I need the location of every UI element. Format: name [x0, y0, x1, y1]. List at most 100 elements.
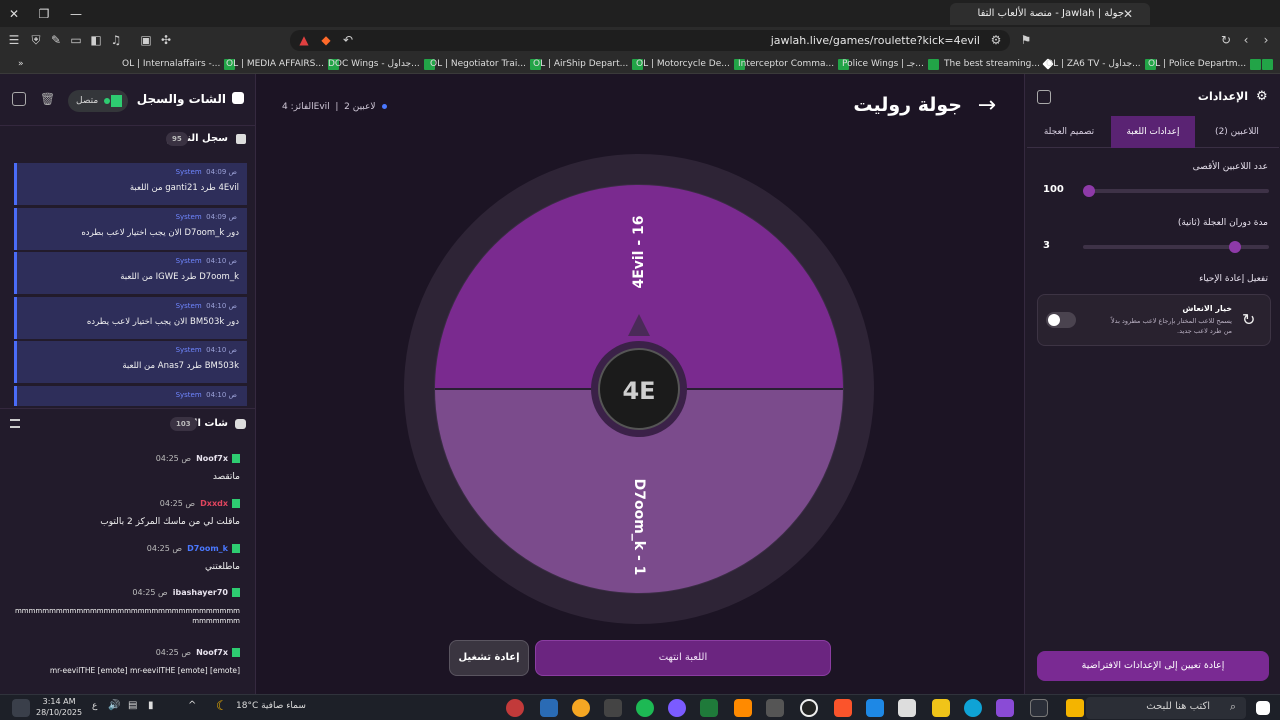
bookmark-item[interactable]: OL | Motorcycle De... — [636, 56, 745, 72]
brave-shield-icon[interactable]: ◆ — [318, 32, 334, 48]
brush-icon[interactable]: ✎ — [48, 32, 64, 48]
bookmark-item[interactable]: OL | MEDIA AFFAIRS... — [226, 56, 339, 72]
sidebar-icon[interactable]: ◧ — [88, 32, 104, 48]
settings-title: الإعدادات — [1197, 90, 1248, 103]
system-message: System 04:10 ص D7oom_k طرد IGWE من اللعب… — [14, 252, 247, 294]
forward-icon[interactable]: › — [1258, 32, 1274, 48]
bookmark-item[interactable]: The best streaming... — [944, 56, 1054, 72]
chat-message-text: ماقلت لي من ماسك المركز 2 بالتوب — [100, 517, 240, 527]
app-icon-8[interactable] — [734, 699, 752, 717]
brave-icon[interactable] — [834, 699, 852, 717]
app-icon-1[interactable] — [506, 699, 524, 717]
trash-icon[interactable]: 🗑 — [40, 92, 55, 106]
app-icon-6[interactable] — [668, 699, 686, 717]
steam-icon[interactable] — [540, 699, 558, 717]
winner-label: الفائز: 4Evil — [282, 102, 330, 112]
spotify-icon[interactable] — [636, 699, 654, 717]
game-over-button[interactable]: اللعبة انتهت — [535, 640, 831, 676]
roulette-wheel[interactable]: 4Evil - 16 D7oom_k - 1 4E — [402, 152, 876, 626]
segment-label: 4Evil - 16 — [631, 215, 647, 288]
bookmarks-overflow-icon[interactable]: » — [18, 56, 24, 72]
live-chat-count: 103 — [170, 417, 197, 431]
app-icon-13[interactable] — [898, 699, 916, 717]
app-icon-10[interactable] — [800, 699, 818, 717]
start-menu-icon[interactable] — [1256, 701, 1270, 715]
collapse-panel-icon[interactable] — [1037, 90, 1051, 104]
address-bar-row: ☰ ⛨ ✎ ▭ ◧ ♫ ▣ ✣ ▲ ◆ ↶ jawlah.live/games/… — [0, 27, 1280, 53]
taskbar-search[interactable]: اكتب هنا للبحث ⌕ — [1086, 697, 1246, 719]
menu-icon[interactable]: ☰ — [6, 32, 22, 48]
spin-duration-slider[interactable] — [1083, 241, 1269, 253]
back-icon[interactable]: ‹ — [1238, 32, 1254, 48]
edge-icon[interactable] — [964, 699, 982, 717]
page-title: جولة روليت — [853, 94, 962, 116]
battery-icon[interactable]: ▮ — [148, 700, 154, 711]
bookmark-item[interactable]: OL | Internalaffairs -... — [122, 56, 236, 72]
network-icon[interactable]: ▤ — [128, 700, 137, 711]
max-players-slider-thumb[interactable] — [1083, 185, 1095, 197]
shield-icon[interactable]: ⛨ — [28, 32, 44, 48]
revive-toggle[interactable] — [1046, 312, 1076, 328]
bookmark-item[interactable]: Interceptor Comma... — [738, 56, 850, 72]
players-info: الفائز: 4Evil | 2 لاعبين — [282, 102, 388, 112]
app-icon-3[interactable] — [572, 699, 590, 717]
reset-defaults-button[interactable]: إعادة تعيين إلى الإعدادات الافتراضية — [1037, 651, 1269, 681]
copilot-icon[interactable] — [1066, 699, 1084, 717]
bookmarks-folder-icon[interactable] — [1262, 56, 1273, 72]
bookmark-item[interactable]: Police Wings | جـ... — [842, 56, 939, 72]
url-text: jawlah.live/games/roulette?kick=4evil — [770, 34, 980, 47]
wallet-icon[interactable]: ▣ — [138, 32, 154, 48]
url-field[interactable]: ▲ ◆ ↶ jawlah.live/games/roulette?kick=4e… — [290, 30, 1010, 51]
tabs-icon[interactable]: ▭ — [68, 32, 84, 48]
restart-button[interactable]: إعادة تشغيل — [449, 640, 529, 676]
bookmark-item[interactable]: OL | AirShip Depart... — [533, 56, 644, 72]
tab-players[interactable]: اللاعبين (2) — [1195, 116, 1279, 148]
system-message: System 04:10 ص BM503k طرد Anas7 من اللعب… — [14, 341, 247, 383]
reload-icon[interactable]: ↻ — [1218, 32, 1234, 48]
app-icon-4[interactable] — [604, 699, 622, 717]
warning-icon[interactable]: ▲ — [296, 32, 312, 48]
bookmark-item[interactable]: OL | ZA6 TV - جداول... — [1046, 56, 1156, 72]
language-indicator[interactable]: ع — [92, 701, 97, 711]
bookmark-item[interactable]: DOC Wings - جداول... — [328, 56, 435, 72]
weather-icon: ☾ — [216, 699, 228, 714]
app-icon-7[interactable] — [700, 699, 718, 717]
players-dot-icon — [382, 104, 388, 109]
browser-tab-title: جولة | Jawlah - منصة الألعاب التفا — [977, 8, 1124, 19]
music-icon[interactable]: ♫ — [108, 32, 124, 48]
bookmark-item[interactable]: OL | Negotiator Trai... — [430, 56, 541, 72]
app-root: الشات والسجل متصل 🗑 سجل النظام 95 System… — [0, 74, 1280, 694]
site-settings-icon[interactable]: ⚙ — [988, 32, 1004, 48]
task-view-icon[interactable] — [1030, 699, 1048, 717]
bookmark-item[interactable]: OL | Police Departm... — [1148, 56, 1262, 72]
restore-window-icon[interactable]: ❐ — [34, 4, 54, 24]
bookmark-icon[interactable]: ⚑ — [1018, 32, 1034, 48]
close-window-icon[interactable]: ✕ — [4, 4, 24, 24]
filter-icon[interactable] — [10, 419, 20, 428]
spin-duration-value: 3 — [1043, 240, 1050, 251]
tray-overflow-icon[interactable]: ^ — [188, 700, 196, 711]
max-players-slider[interactable] — [1083, 185, 1269, 197]
system-log-header[interactable]: سجل النظام 95 — [0, 124, 256, 154]
tab-game-settings[interactable]: إعدادات اللعبة — [1111, 116, 1195, 148]
close-tab-icon[interactable]: ✕ — [1118, 4, 1138, 24]
share-icon[interactable]: ↶ — [340, 32, 356, 48]
minimize-window-icon[interactable]: — — [66, 4, 86, 24]
app-icon-12[interactable] — [866, 699, 884, 717]
volume-icon[interactable]: 🔊 — [108, 700, 120, 711]
taskbar-clock[interactable]: 3:14 AM 28/10/2025 — [36, 696, 82, 718]
system-message-text: دور D7oom_k الان يجب اختيار لاعب بطرده — [81, 228, 239, 238]
chat-message: 04:25 ص ibashayer70 mmmmmmmmmmmmmmmmmmmm… — [10, 588, 246, 632]
chat-message: 04:25 ص Dxxdx ماقلت لي من ماسك المركز 2 … — [100, 499, 240, 527]
live-chat-header[interactable]: شات البث 103 — [0, 408, 256, 438]
extensions-icon[interactable]: ✣ — [158, 32, 174, 48]
app-icon-16[interactable] — [996, 699, 1014, 717]
connection-status-badge: متصل — [68, 90, 128, 112]
collapse-panel-icon[interactable] — [12, 92, 26, 106]
app-icon-9[interactable] — [766, 699, 784, 717]
tab-wheel-design[interactable]: تصميم العجلة — [1027, 116, 1111, 148]
back-arrow-icon[interactable]: → — [978, 94, 996, 118]
spin-duration-slider-thumb[interactable] — [1229, 241, 1242, 253]
file-explorer-icon[interactable] — [932, 699, 950, 717]
notification-icon[interactable] — [12, 699, 30, 717]
